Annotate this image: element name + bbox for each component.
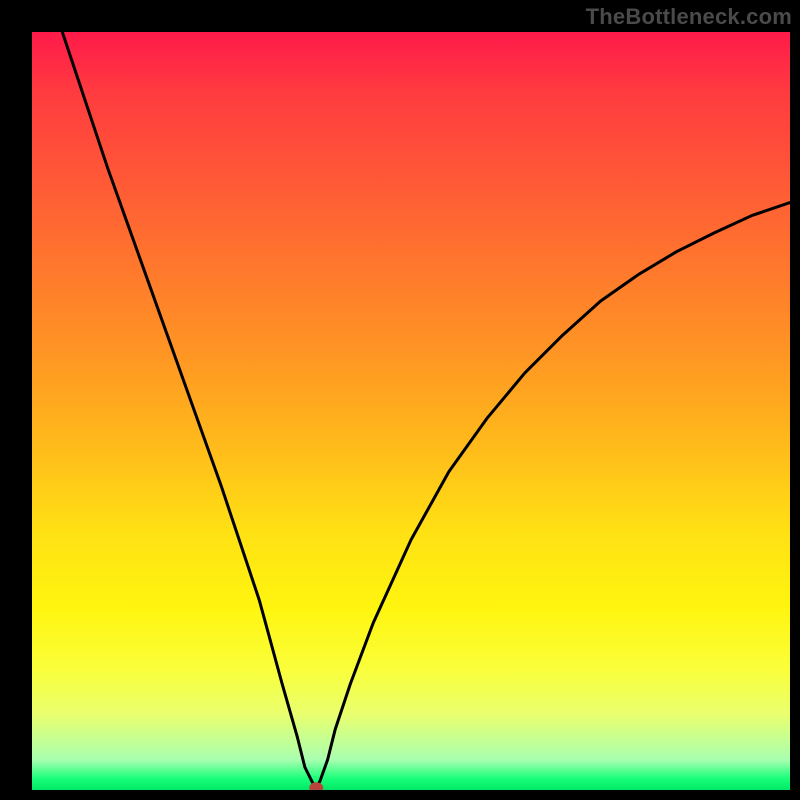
curve-layer	[32, 32, 790, 790]
bottleneck-curve	[62, 32, 790, 788]
watermark-text: TheBottleneck.com	[586, 4, 792, 30]
plot-area	[32, 32, 790, 790]
figure-frame: TheBottleneck.com	[0, 0, 800, 800]
